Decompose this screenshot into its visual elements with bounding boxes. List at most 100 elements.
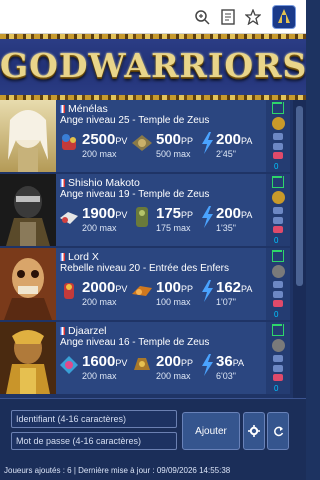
list-scrollbar[interactable] bbox=[293, 100, 306, 398]
move-down-icon[interactable] bbox=[273, 217, 283, 224]
pv-unit: PV bbox=[115, 284, 128, 294]
pa-stat: 162PA 1'07" bbox=[200, 277, 264, 307]
move-up-icon[interactable] bbox=[273, 207, 283, 214]
pv-max: 200 max bbox=[82, 149, 117, 159]
pp-max: 175 max bbox=[156, 223, 191, 233]
player-flag-icon bbox=[60, 105, 65, 113]
pv-stat: 2500PV 200 max bbox=[58, 129, 128, 159]
faction-icon bbox=[272, 117, 285, 130]
pp-stat: 500PP 500 max bbox=[130, 129, 200, 159]
pv-max: 200 max bbox=[82, 371, 117, 381]
player-name: Lord X bbox=[60, 251, 99, 263]
pv-value: 2500 bbox=[82, 131, 116, 148]
player-name: Djaarzel bbox=[60, 325, 107, 337]
remove-player-icon[interactable] bbox=[273, 374, 283, 381]
player-info: Lord X Rebelle niveau 20 - Entrée des En… bbox=[56, 248, 266, 320]
lightning-icon bbox=[202, 206, 213, 228]
move-down-icon[interactable] bbox=[273, 291, 283, 298]
pp-stat: 100PP 100 max bbox=[130, 277, 200, 307]
scrollbar-thumb[interactable] bbox=[296, 106, 303, 286]
pv-max: 200 max bbox=[82, 297, 117, 307]
player-flag-icon bbox=[60, 253, 65, 261]
pa-value: 36 bbox=[216, 353, 233, 370]
remove-player-icon[interactable] bbox=[273, 152, 283, 159]
pv-unit: PV bbox=[115, 358, 128, 368]
browser-toolbar bbox=[0, 0, 306, 34]
pv-item-icon bbox=[60, 212, 78, 224]
player-name: Shishio Makoto bbox=[60, 177, 140, 189]
reader-mode-icon[interactable] bbox=[218, 7, 238, 27]
move-up-icon[interactable] bbox=[273, 355, 283, 362]
pa-value: 200 bbox=[216, 205, 242, 222]
pv-stat: 1900PV 200 max bbox=[58, 203, 128, 233]
bookmark-star-icon[interactable] bbox=[243, 7, 263, 27]
remove-player-icon[interactable] bbox=[273, 300, 283, 307]
pp-max: 200 max bbox=[156, 371, 191, 381]
move-down-icon[interactable] bbox=[273, 365, 283, 372]
player-avatar bbox=[0, 174, 56, 246]
pv-unit: PV bbox=[115, 210, 128, 220]
player-actions: 0 bbox=[266, 322, 290, 394]
player-list: Ménélas Ange niveau 25 - Temple de Zeus … bbox=[0, 100, 306, 398]
pv-max: 200 max bbox=[82, 223, 117, 233]
player-description: Ange niveau 16 - Temple de Zeus bbox=[60, 337, 210, 348]
pa-unit: PA bbox=[241, 284, 253, 294]
player-flag-icon bbox=[60, 179, 65, 187]
pv-item-icon bbox=[60, 356, 78, 374]
player-avatar bbox=[0, 248, 56, 320]
player-flag-icon bbox=[60, 327, 65, 335]
pa-value: 200 bbox=[216, 131, 242, 148]
pp-item-icon bbox=[132, 286, 152, 296]
pv-item-icon bbox=[64, 283, 74, 299]
settings-button[interactable] bbox=[243, 412, 265, 450]
player-card[interactable]: Shishio Makoto Ange niveau 19 - Temple d… bbox=[0, 174, 290, 246]
login-input[interactable] bbox=[11, 410, 177, 428]
player-info: Ménélas Ange niveau 25 - Temple de Zeus … bbox=[56, 100, 266, 172]
player-info: Djaarzel Ange niveau 16 - Temple de Zeus… bbox=[56, 322, 266, 394]
player-card[interactable]: Djaarzel Ange niveau 16 - Temple de Zeus… bbox=[0, 322, 290, 394]
player-avatar bbox=[0, 100, 56, 172]
banner-border-top bbox=[0, 34, 306, 39]
refresh-icon bbox=[273, 426, 283, 436]
player-description: Rebelle niveau 20 - Entrée des Enfers bbox=[60, 263, 229, 274]
pv-value: 1900 bbox=[82, 205, 116, 222]
pp-unit: PP bbox=[181, 210, 194, 220]
move-up-icon[interactable] bbox=[273, 133, 283, 140]
player-actions: 0 bbox=[266, 248, 290, 320]
player-card[interactable]: Ménélas Ange niveau 25 - Temple de Zeus … bbox=[0, 100, 290, 172]
player-description: Ange niveau 19 - Temple de Zeus bbox=[60, 189, 210, 200]
add-player-button[interactable]: Ajouter bbox=[182, 412, 240, 450]
banner-title: GODWARRIORS bbox=[0, 46, 306, 85]
password-input[interactable] bbox=[11, 432, 177, 450]
pp-max: 100 max bbox=[156, 297, 191, 307]
pv-stat: 1600PV 200 max bbox=[58, 351, 128, 381]
pv-unit: PV bbox=[115, 136, 128, 146]
zoom-icon[interactable] bbox=[192, 7, 212, 27]
gear-icon bbox=[248, 425, 260, 437]
pi-icon bbox=[272, 102, 284, 114]
refresh-button[interactable] bbox=[267, 412, 289, 450]
pi-icon bbox=[272, 324, 284, 336]
pp-value: 100 bbox=[156, 279, 182, 296]
side-counter: 0 bbox=[274, 384, 279, 393]
pa-time: 2'45" bbox=[216, 149, 236, 159]
pv-stat: 2000PV 200 max bbox=[58, 277, 128, 307]
pp-item-icon bbox=[134, 358, 150, 370]
pp-value: 175 bbox=[156, 205, 182, 222]
pv-value: 1600 bbox=[82, 353, 116, 370]
remove-player-icon[interactable] bbox=[273, 226, 283, 233]
player-avatar bbox=[0, 322, 56, 394]
pp-stat: 200PP 200 max bbox=[130, 351, 200, 381]
player-description: Ange niveau 25 - Temple de Zeus bbox=[60, 115, 210, 126]
pp-max: 500 max bbox=[156, 149, 191, 159]
faction-icon bbox=[272, 191, 285, 204]
pa-stat: 200PA 1'35" bbox=[200, 203, 264, 233]
extension-icon[interactable] bbox=[272, 5, 296, 29]
pp-value: 500 bbox=[156, 131, 182, 148]
pi-icon bbox=[272, 250, 284, 262]
player-card[interactable]: Lord X Rebelle niveau 20 - Entrée des En… bbox=[0, 248, 290, 320]
move-up-icon[interactable] bbox=[273, 281, 283, 288]
move-down-icon[interactable] bbox=[273, 143, 283, 150]
lightning-icon bbox=[202, 132, 213, 154]
player-info: Shishio Makoto Ange niveau 19 - Temple d… bbox=[56, 174, 266, 246]
